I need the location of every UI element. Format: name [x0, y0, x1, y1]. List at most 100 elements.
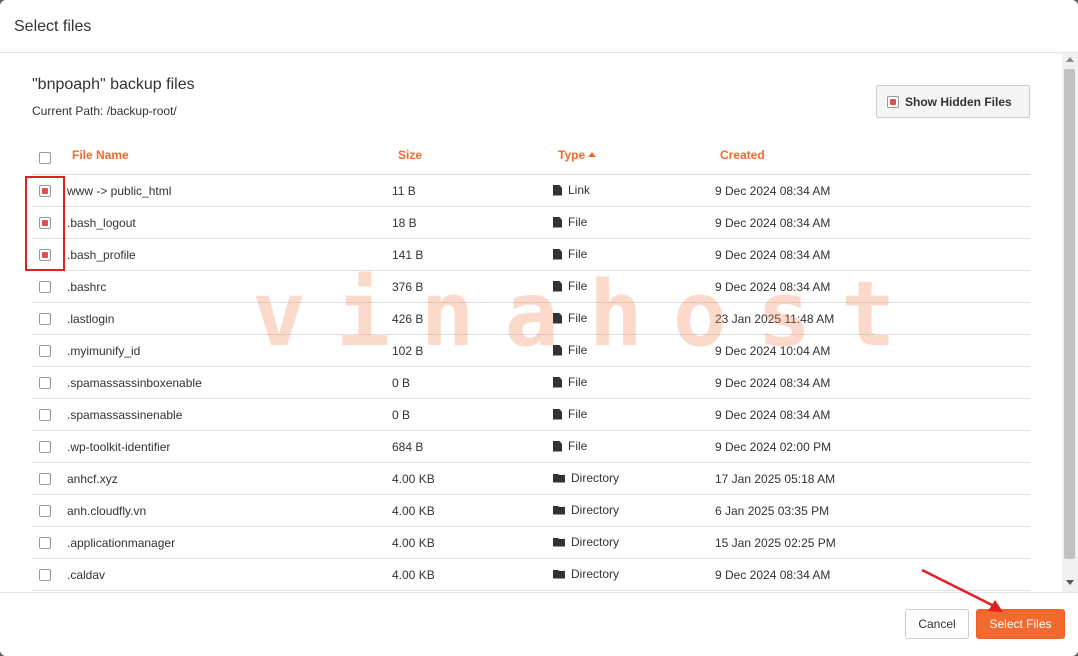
column-file-name[interactable]: File Name — [72, 148, 129, 162]
table-row[interactable]: .spamassassinenable 0 B File 9 Dec 2024 08:… — [32, 399, 1030, 431]
table-row[interactable]: .bashrc 376 B File 9 Dec 2024 08:34 AM — [32, 271, 1030, 303]
show-hidden-files-button[interactable]: Show Hidden Files — [876, 85, 1030, 118]
file-icon — [553, 312, 562, 324]
file-type: Link — [553, 183, 590, 197]
row-checkbox[interactable] — [39, 313, 51, 325]
table-row[interactable]: .lastlogin 426 B File 23 Jan 2025 11:48 AM — [32, 303, 1030, 335]
file-icon — [553, 248, 562, 260]
file-name[interactable]: anhcf.xyz — [67, 472, 118, 486]
table-row[interactable]: anh.cloudfly.vn 4.00 KB Directory 6 Jan 202… — [32, 495, 1030, 527]
scrollbar[interactable] — [1062, 53, 1078, 592]
row-checkbox[interactable] — [39, 569, 51, 581]
row-checkbox[interactable] — [39, 281, 51, 293]
file-size: 0 B — [392, 408, 411, 422]
file-type-label: File — [568, 343, 588, 357]
file-created: 15 Jan 2025 02:25 PM — [715, 536, 836, 550]
file-created: 9 Dec 2024 08:34 AM — [715, 248, 831, 262]
file-type: Directory — [553, 503, 619, 517]
file-name[interactable]: .spamassassinenable — [67, 408, 182, 422]
file-size: 376 B — [392, 280, 424, 294]
select-all-checkbox[interactable] — [39, 152, 51, 164]
table-row[interactable]: .myimunify_id 102 B File 9 Dec 2024 10:04 A… — [32, 335, 1030, 367]
table-row[interactable]: .spamassassinboxenable 0 B File 9 Dec 2024 … — [32, 367, 1030, 399]
file-size: 4.00 KB — [392, 504, 435, 518]
file-name[interactable]: .lastlogin — [67, 312, 114, 326]
row-checkbox[interactable] — [39, 409, 51, 421]
scroll-down-icon[interactable] — [1066, 580, 1074, 585]
file-type-label: File — [568, 279, 588, 293]
file-icon — [553, 344, 562, 356]
file-type: File — [553, 375, 587, 389]
table-row[interactable]: .wp-toolkit-identifier 684 B File 9 Dec 202… — [32, 431, 1030, 463]
folder-icon — [553, 537, 565, 547]
cancel-button[interactable]: Cancel — [905, 609, 969, 639]
row-checkbox[interactable] — [39, 537, 51, 549]
file-created: 9 Dec 2024 10:04 AM — [715, 344, 831, 358]
file-name[interactable]: .spamassassinboxenable — [67, 376, 202, 390]
row-checkbox[interactable] — [39, 473, 51, 485]
folder-icon — [553, 505, 565, 515]
file-created: 6 Jan 2025 03:35 PM — [715, 504, 830, 518]
row-checkbox[interactable] — [39, 345, 51, 357]
show-hidden-checkbox[interactable] — [887, 95, 899, 108]
table-row[interactable]: .applicationmanager 4.00 KB Directory 15 Ja… — [32, 527, 1030, 559]
file-type-label: Directory — [571, 503, 620, 517]
table-row[interactable]: .bash_profile 141 B File 9 Dec 2024 08:34 A… — [32, 239, 1030, 271]
select-files-button[interactable]: Select Files — [976, 609, 1065, 639]
file-size: 0 B — [392, 376, 411, 390]
dialog-footer: Cancel Select Files — [0, 592, 1078, 656]
file-type: Directory — [553, 471, 619, 485]
file-name[interactable]: anh.cloudfly.vn — [67, 504, 146, 518]
file-type-label: File — [568, 407, 588, 421]
file-name[interactable]: .myimunify_id — [67, 344, 140, 358]
file-type-label: File — [568, 215, 588, 229]
file-list: www -> public_html 11 B Link 9 Dec 2024 08:… — [32, 175, 1030, 591]
file-name[interactable]: .applicationmanager — [67, 536, 175, 550]
path-label: Current Path: — [32, 104, 104, 118]
file-created: 9 Dec 2024 02:00 PM — [715, 440, 832, 454]
file-type-label: File — [568, 247, 588, 261]
backup-title: "bnpoaph" backup files — [32, 76, 195, 93]
folder-icon — [553, 569, 565, 579]
table-row[interactable]: anhcf.xyz 4.00 KB Directory 17 Jan 2025 05:… — [32, 463, 1030, 495]
table-row[interactable]: .bash_logout 18 B File 9 Dec 2024 08:34 AM — [32, 207, 1030, 239]
file-icon — [553, 184, 562, 196]
file-created: 9 Dec 2024 08:34 AM — [715, 376, 831, 390]
file-type-label: Directory — [571, 567, 620, 581]
file-size: 4.00 KB — [392, 472, 435, 486]
selection-highlight-box — [25, 176, 65, 271]
file-type: File — [553, 343, 587, 357]
scroll-up-icon[interactable] — [1066, 57, 1074, 62]
file-name[interactable]: .bash_profile — [67, 248, 136, 262]
file-created: 9 Dec 2024 08:34 AM — [715, 184, 831, 198]
column-size[interactable]: Size — [398, 148, 422, 162]
current-path: Current Path: /backup-root/ — [32, 104, 177, 118]
file-name[interactable]: .wp-toolkit-identifier — [67, 440, 170, 454]
file-type: File — [553, 311, 587, 325]
file-name[interactable]: .caldav — [67, 568, 105, 582]
file-size: 11 B — [392, 184, 416, 198]
column-created[interactable]: Created — [720, 148, 765, 162]
file-icon — [553, 408, 562, 420]
row-checkbox[interactable] — [39, 505, 51, 517]
file-icon — [553, 440, 562, 452]
file-type-label: File — [568, 311, 588, 325]
scroll-thumb[interactable] — [1064, 69, 1075, 559]
row-checkbox[interactable] — [39, 441, 51, 453]
file-type-label: Directory — [571, 471, 620, 485]
column-type[interactable]: Type — [558, 148, 597, 162]
table-row[interactable]: .caldav 4.00 KB Directory 9 Dec 2024 08:34 … — [32, 559, 1030, 591]
file-type: File — [553, 407, 587, 421]
file-type-label: File — [568, 439, 588, 453]
row-checkbox[interactable] — [39, 377, 51, 389]
file-type-label: File — [568, 375, 588, 389]
file-created: 9 Dec 2024 08:34 AM — [715, 280, 831, 294]
file-type-label: Link — [568, 183, 591, 197]
file-created: 17 Jan 2025 05:18 AM — [715, 472, 836, 486]
file-name[interactable]: .bash_logout — [67, 216, 136, 230]
table-row[interactable]: www -> public_html 11 B Link 9 Dec 2024 08:… — [32, 175, 1030, 207]
file-name[interactable]: www -> public_html — [67, 184, 171, 198]
file-icon — [553, 376, 562, 388]
file-name[interactable]: .bashrc — [67, 280, 106, 294]
dialog-header: Select files — [0, 0, 1078, 53]
